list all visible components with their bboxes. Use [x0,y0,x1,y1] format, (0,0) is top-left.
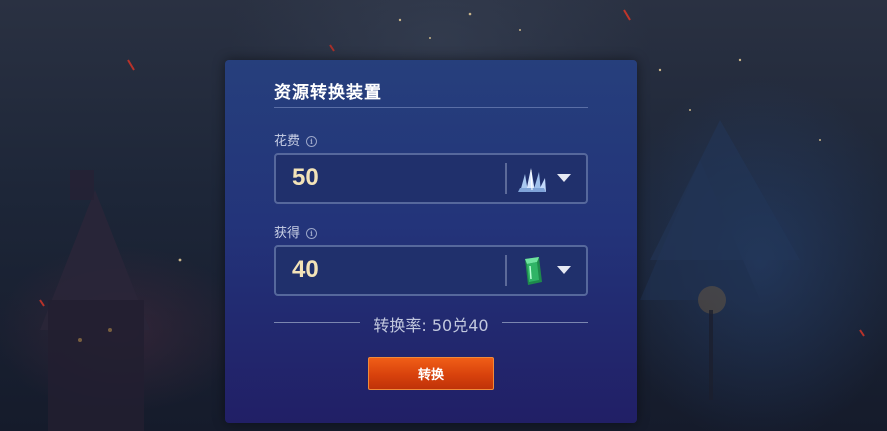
gain-resource-dropdown-arrow[interactable] [557,266,571,274]
convert-button[interactable]: 转换 [368,357,494,390]
cost-label: 花费 [274,134,301,149]
gain-label-row: 获得 i [274,222,318,241]
title-divider [274,107,588,108]
cost-amount-field[interactable]: 50 [274,153,588,204]
crystal-shards-icon[interactable] [516,164,548,194]
green-gem-icon[interactable] [516,256,548,286]
gain-amount-field[interactable]: 40 [274,245,588,296]
field-divider [505,163,507,194]
panel-title: 资源转换装置 [274,83,382,103]
cost-label-row: 花费 i [274,130,318,149]
cost-resource-dropdown-arrow[interactable] [557,174,571,182]
info-icon[interactable]: i [306,136,318,147]
cost-amount-value[interactable]: 50 [292,164,319,192]
gain-amount-value[interactable]: 40 [292,256,319,284]
gain-label: 获得 [274,226,301,241]
rate-divider-right [502,322,588,323]
conversion-rate-text: 转换率: 50兑40 [373,316,489,335]
conversion-rate-row: 转换率: 50兑40 [274,310,588,335]
field-divider [505,255,507,286]
info-icon[interactable]: i [306,228,318,239]
resource-converter-panel: 资源转换装置 花费 i 50 获得 i 40 转换率: 50兑40 转换 [225,60,637,423]
